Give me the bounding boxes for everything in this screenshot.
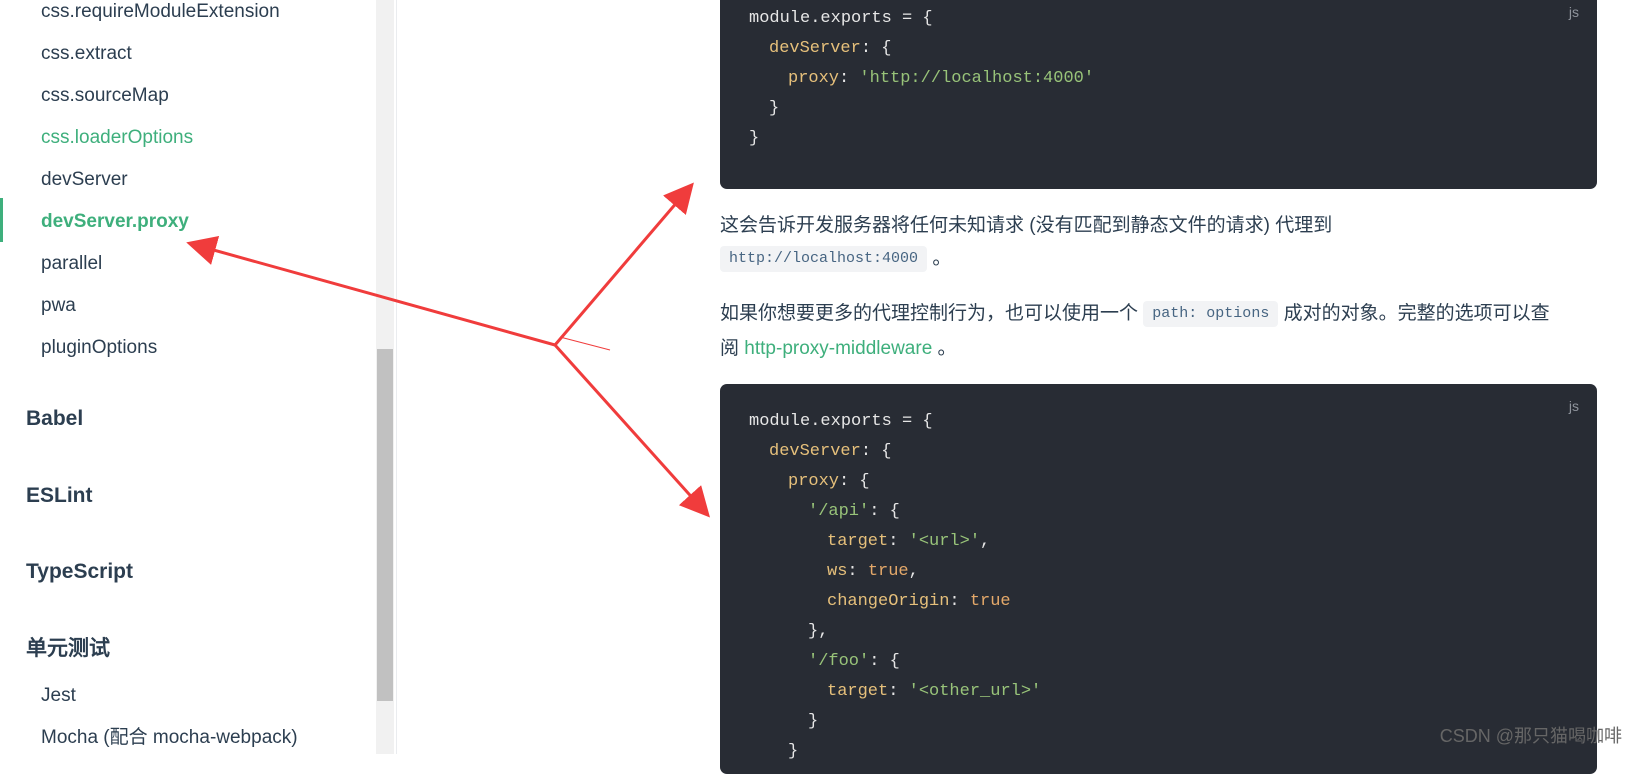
- watermark: CSDN @那只猫喝咖啡: [1439, 726, 1622, 746]
- sidebar-group-babel[interactable]: Babel: [26, 406, 83, 432]
- code-lang-label: js: [1568, 4, 1579, 20]
- code-line: }: [788, 742, 799, 761]
- code-line: }: [769, 99, 780, 118]
- paragraph-proxy-desc-line2: http://localhost:4000 。: [720, 246, 951, 272]
- code-line: },: [808, 622, 829, 641]
- sidebar-item-mocha[interactable]: Mocha (配合 mocha-webpack): [41, 726, 298, 750]
- paragraph-text: 成对的对象。完整的选项可以查: [1283, 303, 1550, 325]
- sidebar-item-devserver[interactable]: devServer: [41, 168, 128, 192]
- sidebar-item-css-requiremoduleextension[interactable]: css.requireModuleExtension: [41, 0, 280, 24]
- code-line: module.exports = {: [749, 412, 933, 431]
- code-line: target: '<other_url>': [827, 682, 1042, 701]
- code-line: changeOrigin: true: [827, 592, 1011, 611]
- arrow-to-code-top: [553, 182, 694, 346]
- arrow-scribble: [559, 336, 611, 351]
- punctuation: 。: [932, 248, 952, 270]
- active-indicator: [0, 198, 3, 242]
- paragraph-text: 如果你想要更多的代理控制行为，也可以使用一个: [720, 303, 1139, 325]
- sidebar-group-eslint[interactable]: ESLint: [26, 483, 93, 509]
- sidebar-item-pluginoptions[interactable]: pluginOptions: [41, 336, 157, 360]
- code-line: target: '<url>',: [827, 532, 991, 551]
- sidebar-item-devserver-proxy[interactable]: devServer.proxy: [41, 210, 189, 234]
- code-line: ws: true,: [827, 562, 919, 581]
- sidebar-scrollbar-thumb[interactable]: [377, 349, 393, 701]
- code-line: proxy: {: [788, 472, 870, 491]
- paragraph-options-line2: 阅 http-proxy-middleware 。: [720, 336, 957, 362]
- code-line: '/foo': {: [808, 652, 900, 671]
- inline-code-localhost: http://localhost:4000: [720, 246, 928, 272]
- code-line: devServer: {: [769, 442, 892, 461]
- code-line: proxy: 'http://localhost:4000': [788, 69, 1095, 88]
- punctuation: 。: [937, 338, 957, 359]
- code-line: '/api': {: [808, 502, 900, 521]
- code-line: devServer: {: [769, 39, 892, 58]
- sidebar-item-jest[interactable]: Jest: [41, 684, 76, 708]
- code-line: }: [749, 129, 760, 148]
- code-block-advanced-proxy: js module.exports = { devServer: { proxy…: [720, 384, 1597, 774]
- sidebar-item-css-extract[interactable]: css.extract: [41, 42, 132, 66]
- code-line: }: [808, 712, 819, 731]
- sidebar-group-unit-testing[interactable]: 单元测试: [26, 636, 110, 662]
- paragraph-proxy-desc: 这会告诉开发服务器将任何未知请求 (没有匹配到静态文件的请求) 代理到: [720, 215, 1333, 236]
- http-proxy-middleware-link[interactable]: http-proxy-middleware: [744, 338, 932, 359]
- sidebar-item-css-sourcemap[interactable]: css.sourceMap: [41, 84, 169, 108]
- sidebar-item-parallel[interactable]: parallel: [41, 252, 102, 276]
- paragraph-options: 如果你想要更多的代理控制行为，也可以使用一个 path: options 成对的…: [720, 301, 1550, 327]
- arrow-to-code-bottom: [553, 343, 711, 518]
- paragraph-text: 阅: [720, 338, 740, 359]
- code-lang-label: js: [1568, 398, 1579, 414]
- code-block-simple-proxy: js module.exports = { devServer: { proxy…: [720, 0, 1597, 189]
- code-line: module.exports = {: [749, 9, 933, 28]
- sidebar-item-css-loaderoptions[interactable]: css.loaderOptions: [41, 126, 193, 150]
- sidebar-item-pwa[interactable]: pwa: [41, 294, 76, 318]
- inline-code-path-options: path: options: [1143, 301, 1279, 327]
- sidebar: css.requireModuleExtension css.extract c…: [0, 0, 397, 754]
- sidebar-group-typescript[interactable]: TypeScript: [26, 559, 133, 585]
